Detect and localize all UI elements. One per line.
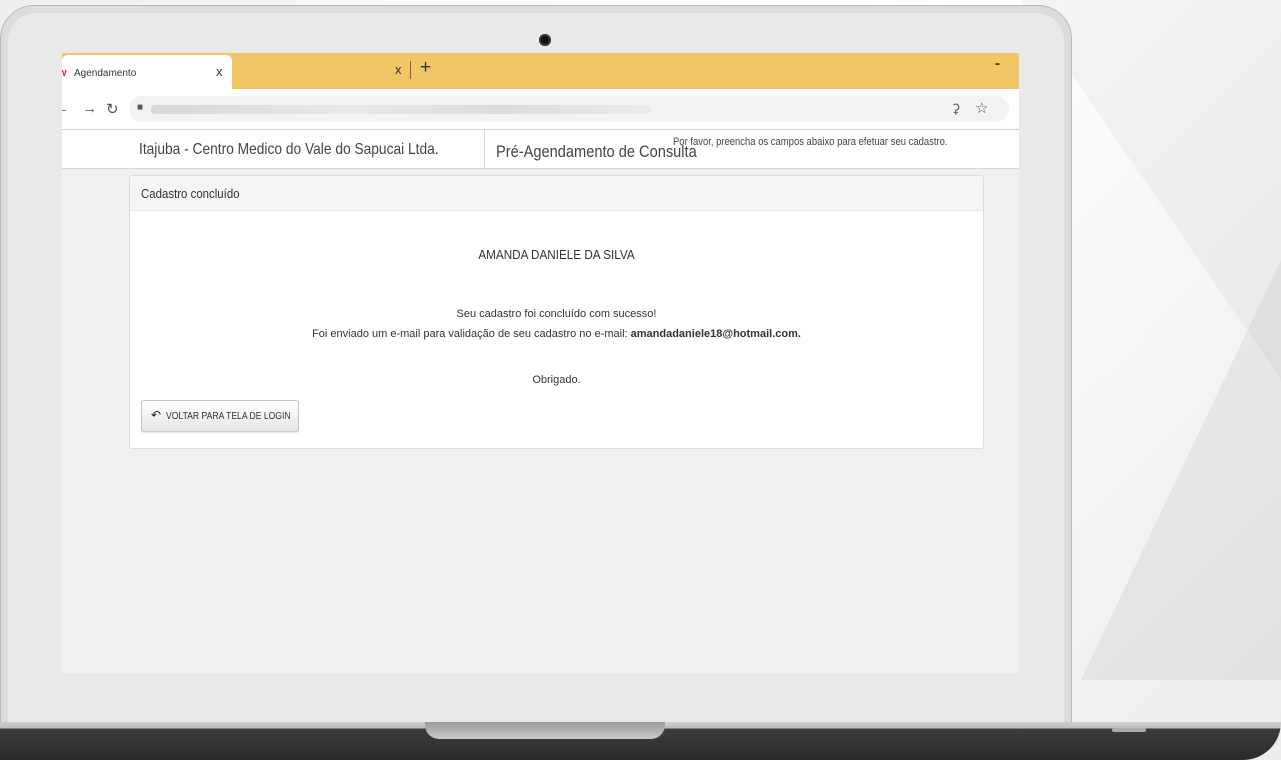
- lock-icon[interactable]: ■: [137, 102, 143, 113]
- tab-separator: [410, 61, 411, 79]
- webcam-icon: [539, 34, 551, 46]
- forward-arrow-icon[interactable]: →: [82, 100, 97, 117]
- tab-agendamento[interactable]: w Agendamento x: [62, 55, 232, 89]
- key-icon[interactable]: ⚳: [951, 101, 961, 117]
- back-to-login-label: VOLTAR PARA TELA DE LOGIN: [166, 411, 291, 422]
- email-message-line: Foi enviado um e-mail para validação de …: [130, 328, 983, 340]
- status-light: [1112, 728, 1146, 732]
- header-divider: [484, 130, 485, 168]
- back-arrow-icon[interactable]: ←: [62, 100, 69, 117]
- tab-strip: w Agendamento x x + -: [62, 53, 1019, 89]
- back-to-login-button[interactable]: ↶ VOLTAR PARA TELA DE LOGIN: [141, 400, 299, 432]
- reply-arrow-icon: ↶: [151, 408, 162, 422]
- address-bar[interactable]: ■ ⚳ ☆: [129, 96, 1009, 122]
- panel-header: Cadastro concluído: [130, 176, 983, 211]
- email-address: amandadaniele18@hotmail.com.: [630, 328, 801, 340]
- star-icon[interactable]: ☆: [975, 99, 988, 117]
- background-facet: [1081, 260, 1281, 680]
- tab-title: Agendamento: [74, 68, 137, 79]
- laptop-screen: w Agendamento x x + - ← → ↻ ■ ⚳ ☆ Itajub…: [62, 53, 1019, 673]
- browser-toolbar: ← → ↻ ■ ⚳ ☆: [62, 89, 1019, 130]
- panel-heading: Cadastro concluído: [141, 186, 240, 201]
- close-second-tab-icon[interactable]: x: [395, 62, 402, 77]
- site-favicon-icon: w: [62, 67, 67, 79]
- minimize-window-button[interactable]: -: [995, 55, 1000, 72]
- email-message: Foi enviado um e-mail para validação de …: [312, 328, 628, 340]
- blurred-url: [151, 105, 651, 114]
- success-message: Seu cadastro foi concluído com sucesso!: [456, 308, 657, 320]
- laptop-hinge-notch: [425, 722, 665, 739]
- page-subtitle: Por favor, preencha os campos abaixo par…: [673, 136, 948, 148]
- new-tab-button[interactable]: +: [420, 57, 431, 79]
- page-title: Pré-Agendamento de Consulta: [496, 142, 697, 161]
- clinic-name[interactable]: Itajuba - Centro Medico do Vale do Sapuc…: [139, 141, 439, 159]
- patient-name: AMANDA DANIELE DA SILVA: [478, 247, 635, 262]
- confirmation-panel: Cadastro concluído AMANDA DANIELE DA SIL…: [129, 175, 984, 449]
- thanks-message: Obrigado.: [532, 374, 581, 386]
- reload-icon[interactable]: ↻: [106, 100, 119, 118]
- web-page: Itajuba - Centro Medico do Vale do Sapuc…: [62, 130, 1019, 673]
- close-tab-icon[interactable]: x: [216, 64, 223, 79]
- site-header: Itajuba - Centro Medico do Vale do Sapuc…: [62, 130, 1019, 169]
